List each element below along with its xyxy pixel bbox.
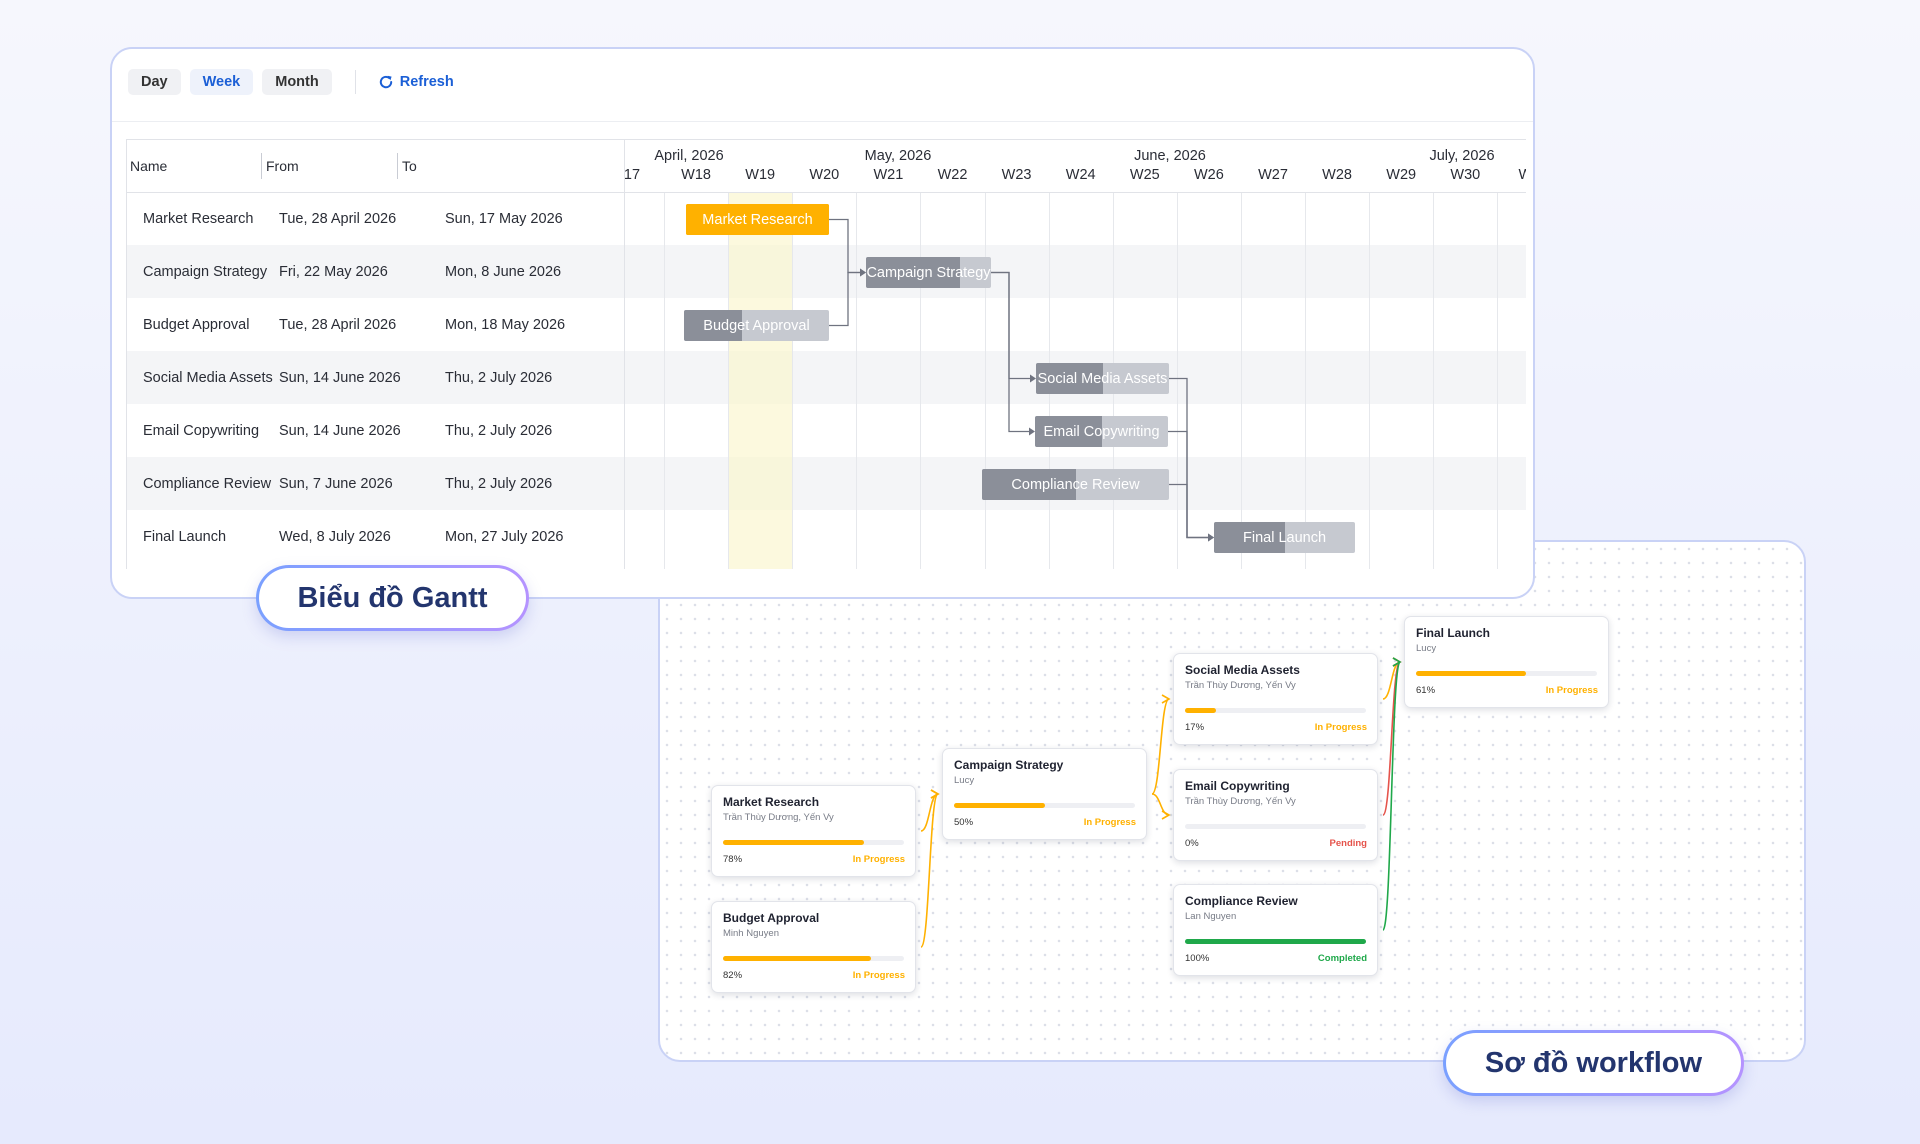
node-percent: 82% — [723, 970, 743, 981]
workflow-node-market-research[interactable]: Market Research Trần Thùy Dương, Yến Vy 78… — [711, 785, 916, 877]
node-status: In Progress — [852, 854, 905, 865]
node-title: Compliance Review — [1185, 894, 1298, 908]
node-status: Completed — [1317, 953, 1367, 964]
workflow-node-email-copywriting[interactable]: Email Copywriting Trần Thùy Dương, Yến Vy… — [1173, 769, 1378, 861]
node-progress-fill — [954, 803, 1045, 808]
dependency-link — [991, 271, 1031, 380]
node-title: Budget Approval — [723, 911, 820, 925]
workflow-edge — [1382, 661, 1401, 931]
workflow-node-campaign-strategy[interactable]: Campaign Strategy Lucy 50% In Progress — [942, 748, 1147, 840]
node-status: In Progress — [852, 970, 905, 981]
dependency-link — [991, 271, 1030, 433]
gantt-grid: Market Research Tue, 28 April 2026 Sun, 17… — [126, 139, 1526, 569]
node-percent: 50% — [954, 817, 974, 828]
task-bar-label: Email Copywriting — [1043, 423, 1160, 440]
node-assignee: Lucy — [954, 775, 975, 786]
node-title: Email Copywriting — [1185, 779, 1290, 793]
node-assignee: Lucy — [1416, 643, 1437, 654]
node-title: Final Launch — [1416, 626, 1491, 640]
task-bar-label: Social Media Assets — [1037, 370, 1168, 387]
gantt-toolbar: Day Week Month Refresh — [128, 69, 454, 95]
task-bar[interactable]: Budget Approval — [684, 310, 829, 341]
column-header-from[interactable]: From — [266, 140, 396, 192]
node-progress-track — [1185, 708, 1366, 713]
workflow-edge-arrowhead — [1161, 810, 1171, 820]
refresh-icon — [379, 75, 392, 89]
workflow-node-budget-approval[interactable]: Budget Approval Minh Nguyen 82% In Progress — [711, 901, 916, 993]
task-bar[interactable]: Compliance Review — [982, 469, 1169, 500]
node-percent: 17% — [1185, 722, 1205, 733]
dependency-link — [1169, 377, 1209, 539]
node-progress-track — [1185, 824, 1366, 829]
refresh-button[interactable]: Refresh — [378, 74, 454, 90]
node-progress-fill — [723, 840, 865, 845]
node-status: In Progress — [1545, 685, 1598, 696]
node-progress-track — [1185, 939, 1366, 944]
column-header-name[interactable]: Name — [130, 140, 260, 192]
node-percent: 100% — [1185, 953, 1210, 964]
node-percent: 0% — [1185, 838, 1199, 849]
workflow-diagram-panel: Market Research Trần Thùy Dương, Yến Vy 78… — [658, 540, 1806, 1062]
task-bar-label: Budget Approval — [703, 317, 810, 334]
node-assignee: Minh Nguyen — [723, 928, 779, 939]
header-divider — [127, 192, 624, 193]
node-progress-track — [723, 956, 904, 961]
workflow-edge — [1151, 698, 1170, 795]
workflow-node-social-media-assets[interactable]: Social Media Assets Trần Thùy Dương, Yến … — [1173, 653, 1378, 745]
task-bar[interactable]: Email Copywriting — [1035, 416, 1168, 447]
view-day-button[interactable]: Day — [128, 69, 181, 95]
node-status: Pending — [1329, 838, 1367, 849]
node-status: In Progress — [1083, 817, 1136, 828]
node-title: Market Research — [723, 795, 820, 809]
task-bar-label: Campaign Strategy — [866, 264, 991, 281]
view-week-button[interactable]: Week — [189, 69, 254, 95]
column-resizer[interactable] — [261, 153, 262, 179]
workflow-edge-arrowhead — [1161, 694, 1171, 704]
gantt-caption-pill: Biểu đồ Gantt — [256, 565, 529, 631]
gantt-chart-panel: Day Week Month Refresh Market Research Tu… — [110, 47, 1535, 599]
dependency-link — [829, 271, 861, 327]
workflow-node-compliance-review[interactable]: Compliance Review Lan Nguyen 100% Completed — [1173, 884, 1378, 976]
node-title: Social Media Assets — [1185, 663, 1300, 677]
dependency-link — [829, 218, 861, 274]
node-progress-fill — [1185, 708, 1216, 713]
node-assignee: Trần Thùy Dương, Yến Vy — [723, 812, 834, 823]
node-assignee: Trần Thùy Dương, Yến Vy — [1185, 796, 1296, 807]
node-percent: 78% — [723, 854, 743, 865]
workflow-edge — [920, 793, 939, 948]
task-bar[interactable]: Social Media Assets — [1036, 363, 1169, 394]
refresh-label: Refresh — [399, 74, 454, 90]
gantt-timeline: April, 2026 May, 2026 June, 2026 July, 2026… — [625, 139, 1526, 569]
node-title: Campaign Strategy — [954, 758, 1064, 772]
node-progress-track — [723, 840, 904, 845]
workflow-node-final-launch[interactable]: Final Launch Lucy 61% In Progress — [1404, 616, 1609, 708]
workflow-edge-arrowhead — [930, 789, 940, 799]
node-progress-track — [954, 803, 1135, 808]
node-assignee: Lan Nguyen — [1185, 911, 1237, 922]
node-status: In Progress — [1314, 722, 1367, 733]
task-bar[interactable]: Market Research — [686, 204, 829, 235]
task-bar[interactable]: Final Launch — [1214, 522, 1355, 553]
task-table: Name From To — [126, 139, 625, 569]
dependency-link — [1169, 483, 1209, 539]
column-resizer[interactable] — [397, 153, 398, 179]
task-bar-label: Final Launch — [1242, 529, 1327, 546]
task-bar-label: Market Research — [702, 211, 813, 228]
task-bar[interactable]: Campaign Strategy — [866, 257, 991, 288]
node-progress-fill — [723, 956, 872, 961]
view-month-button[interactable]: Month — [262, 69, 332, 95]
workflow-edge — [1151, 793, 1170, 816]
column-header-to[interactable]: To — [402, 140, 532, 192]
node-progress-track — [1416, 671, 1597, 676]
node-progress-fill — [1185, 939, 1366, 944]
workflow-caption-pill: Sơ đồ workflow — [1443, 1030, 1744, 1096]
task-bar-label: Compliance Review — [1011, 476, 1140, 493]
toolbar-separator — [112, 121, 1533, 122]
node-progress-fill — [1416, 671, 1527, 676]
node-assignee: Trần Thùy Dương, Yến Vy — [1185, 680, 1296, 691]
node-percent: 61% — [1416, 685, 1436, 696]
toolbar-divider — [354, 70, 356, 94]
